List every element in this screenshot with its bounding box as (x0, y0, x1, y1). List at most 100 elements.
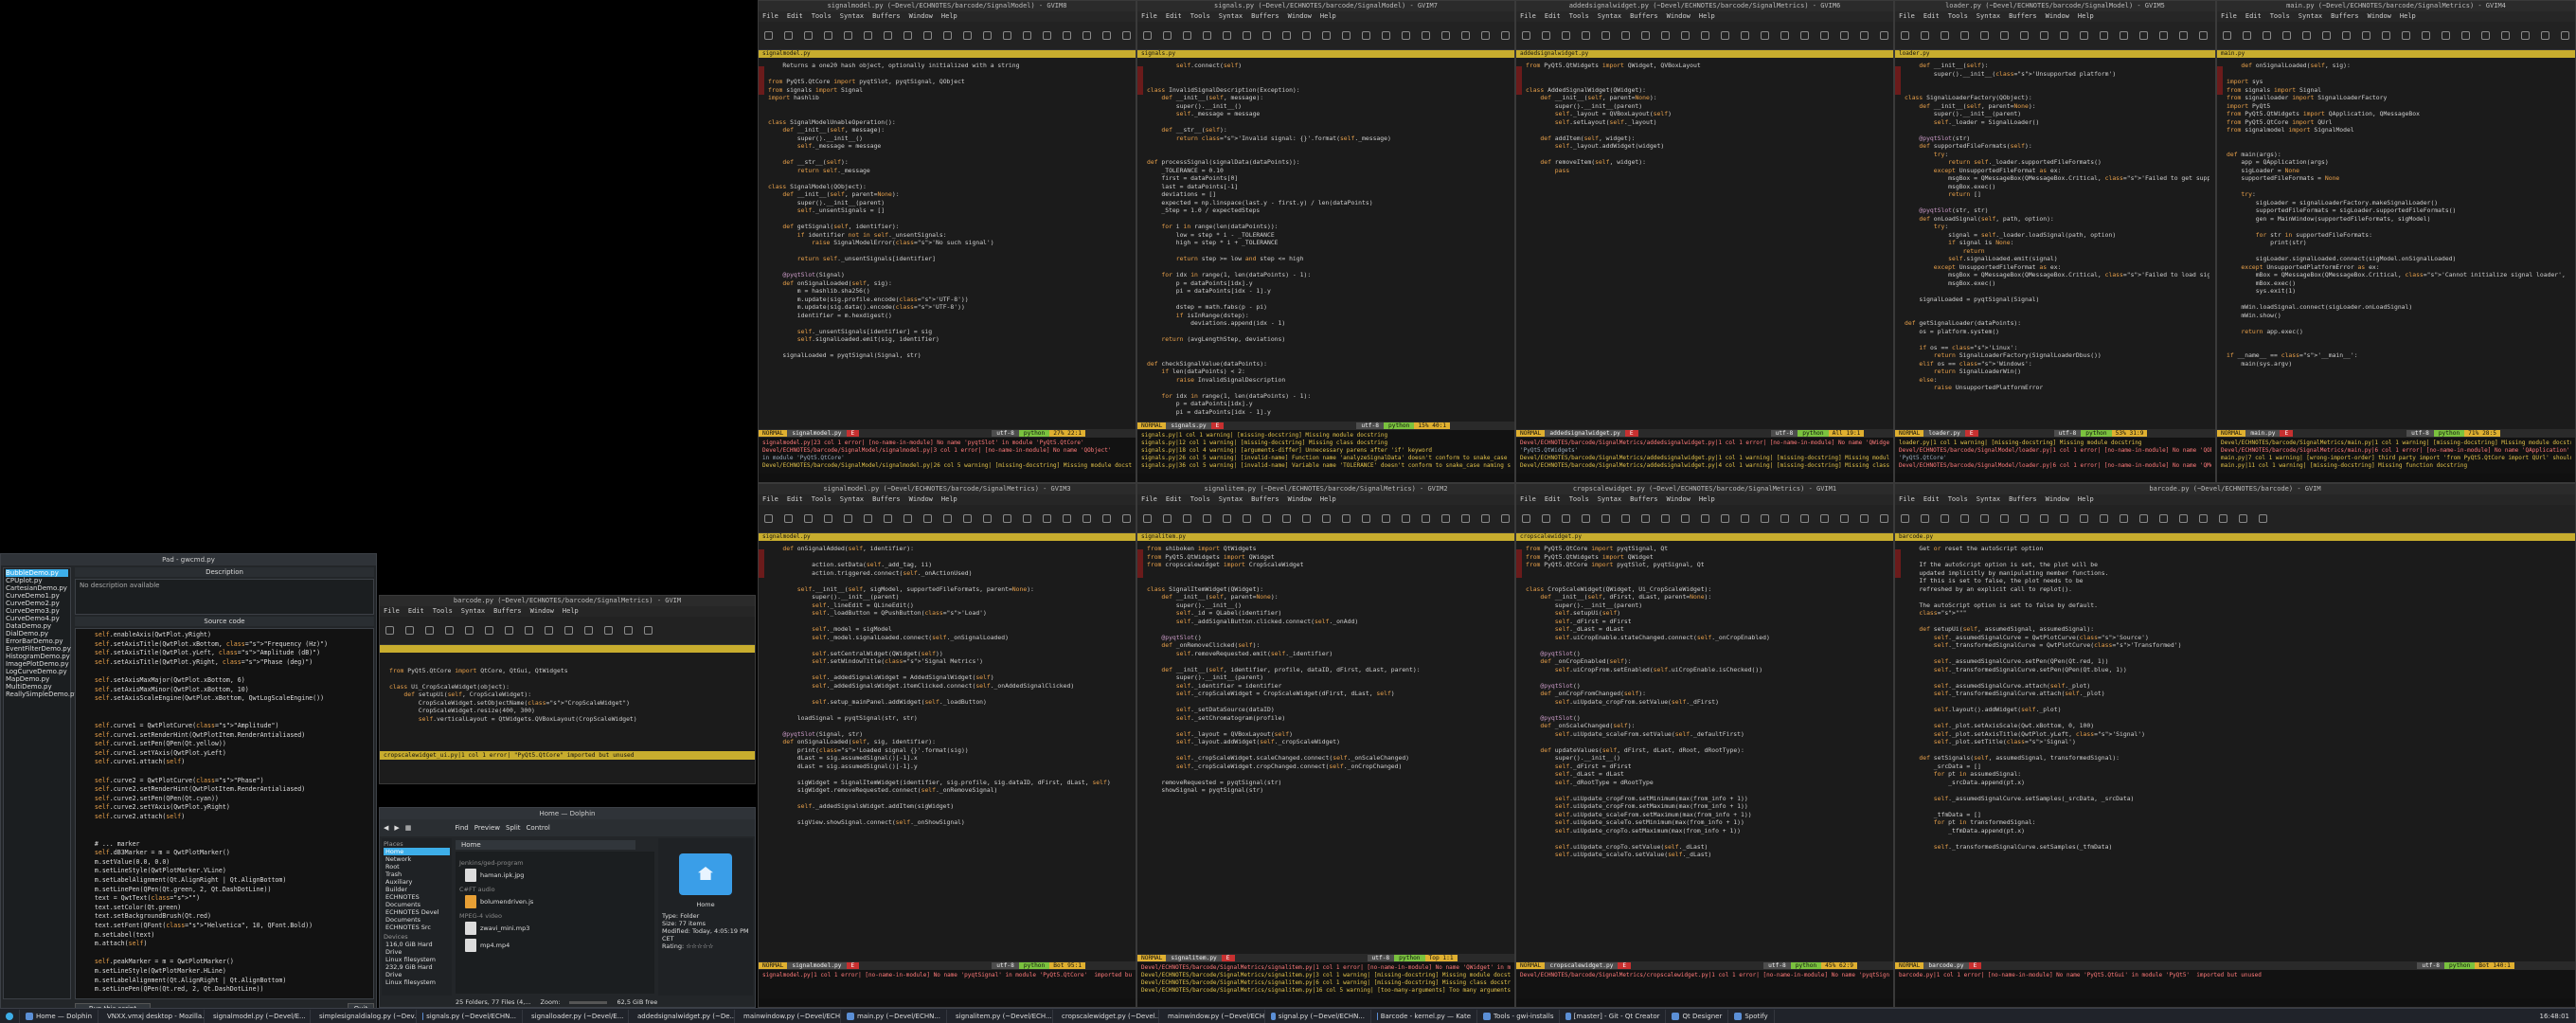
undo-icon[interactable] (2322, 31, 2331, 40)
command-line[interactable] (1137, 998, 1514, 1007)
help-icon[interactable] (1501, 514, 1510, 523)
help-icon[interactable] (1880, 514, 1888, 523)
redo-icon[interactable] (1641, 31, 1650, 40)
task-item[interactable]: mainwindow.py (~Devel/ECH... (1159, 1009, 1266, 1023)
menu-item-help[interactable]: Help (941, 12, 957, 20)
menu-item-edit[interactable]: Edit (787, 495, 803, 503)
run-script-icon[interactable] (1441, 514, 1450, 523)
save-session-icon[interactable] (1422, 31, 1430, 40)
find-icon[interactable] (2100, 31, 2108, 40)
demo-list-item[interactable]: CurveDemo4.py (6, 615, 68, 622)
new-file-icon[interactable] (1901, 31, 1909, 40)
print-icon[interactable] (465, 626, 474, 635)
menu-item-help[interactable]: Help (1699, 12, 1715, 20)
undo-icon[interactable] (1243, 31, 1251, 40)
place-item[interactable]: Trash (384, 870, 450, 878)
menu-item-tools[interactable]: Tools (2270, 12, 2290, 20)
cut-icon[interactable] (903, 514, 912, 523)
copy-icon[interactable] (545, 626, 553, 635)
editor[interactable]: def __init__(self): super().__init__(cla… (1895, 59, 2215, 429)
new-file-icon[interactable] (385, 626, 394, 635)
new-file-icon[interactable] (764, 514, 773, 523)
find-next-icon[interactable] (1362, 514, 1370, 523)
redo-icon[interactable] (505, 626, 513, 635)
quickfix-item[interactable]: Devel/ECHNOTES/barcode/SignalMetrics/sig… (1141, 987, 1511, 995)
print-icon[interactable] (1980, 31, 1989, 40)
demo-list-item[interactable]: EventFilterDemo.py (6, 645, 71, 653)
save-icon[interactable] (804, 514, 813, 523)
load-session-icon[interactable] (1023, 31, 1031, 40)
cut-icon[interactable] (525, 626, 533, 635)
menu-item-syntax[interactable]: Syntax (2299, 12, 2322, 20)
open-icon[interactable] (1163, 514, 1172, 523)
back-icon[interactable]: ◀ (384, 824, 388, 832)
menu-item-help[interactable]: Help (1699, 495, 1715, 503)
place-item[interactable]: Builder (384, 886, 450, 893)
tab-bar[interactable] (380, 645, 755, 653)
place-item[interactable]: Home (384, 848, 450, 855)
demo-list-item[interactable]: ErrorBarDemo.py (6, 637, 68, 645)
run-script-icon[interactable] (2199, 31, 2208, 40)
help-icon[interactable] (2259, 514, 2267, 523)
menu-item-file[interactable]: File (1141, 12, 1157, 20)
command-line[interactable] (1895, 474, 2215, 482)
paste-icon[interactable] (1322, 31, 1331, 40)
open-icon[interactable] (1542, 514, 1550, 523)
command-line[interactable] (759, 474, 1136, 482)
cut-icon[interactable] (2040, 514, 2048, 523)
quickfix-item[interactable]: barcode.py|1 col 1 error| [no-name-in-mo… (1899, 972, 2571, 979)
task-item[interactable]: signal.py (~Devel/ECHN... (1265, 1009, 1372, 1023)
save-icon[interactable] (1562, 31, 1570, 40)
open-icon[interactable] (784, 514, 793, 523)
copy-icon[interactable] (1302, 31, 1311, 40)
help-icon[interactable] (1122, 514, 1131, 523)
menu-item-edit[interactable]: Edit (2245, 12, 2262, 20)
find-next-icon[interactable] (983, 31, 992, 40)
menu-item-syntax[interactable]: Syntax (1598, 495, 1621, 503)
shell-icon[interactable] (1860, 514, 1869, 523)
load-session-icon[interactable] (2159, 514, 2168, 523)
quickfix-item[interactable]: Devel/ECHNOTES/barcode/SignalMetrics/mai… (2221, 447, 2571, 455)
menu-item-file[interactable]: File (384, 607, 400, 615)
cut-icon[interactable] (2362, 31, 2370, 40)
task-item[interactable]: [master] - Git - Qt Creator (1560, 1009, 1667, 1023)
menu-item-tools[interactable]: Tools (433, 607, 453, 615)
menu-item-window[interactable]: Window (2368, 12, 2391, 20)
menu-item-syntax[interactable]: Syntax (1977, 12, 2000, 20)
command-line[interactable] (759, 998, 1136, 1007)
find-icon[interactable] (1342, 514, 1351, 523)
editor[interactable]: from PyQt5.QtCore import QtCore, QtGui, … (380, 655, 755, 750)
find-prev-icon[interactable] (1761, 31, 1769, 40)
menu-item-file[interactable]: File (1520, 495, 1536, 503)
run-script-icon[interactable] (1441, 31, 1450, 40)
menu-item-syntax[interactable]: Syntax (840, 495, 864, 503)
quickfix-item[interactable]: main.py|11 col 1 warning| [missing-docst… (2221, 462, 2571, 470)
menu-item-buffers[interactable]: Buffers (1251, 495, 1279, 503)
run-script-icon[interactable] (2521, 31, 2530, 40)
load-session-icon[interactable] (2481, 31, 2490, 40)
menu-item-file[interactable]: File (1899, 12, 1915, 20)
find-icon[interactable] (963, 514, 972, 523)
save-icon[interactable] (1183, 31, 1191, 40)
make-icon[interactable] (1840, 31, 1849, 40)
menu-item-help[interactable]: Help (2400, 12, 2416, 20)
task-item[interactable]: addedsignalwidget.py (~De... (629, 1009, 736, 1023)
copy-icon[interactable] (923, 514, 932, 523)
find-prev-icon[interactable] (624, 626, 633, 635)
menu-item-edit[interactable]: Edit (1923, 12, 1940, 20)
command-line[interactable] (1516, 474, 1893, 482)
undo-icon[interactable] (864, 514, 872, 523)
menu-item-buffers[interactable]: Buffers (1630, 495, 1658, 503)
menu-item-help[interactable]: Help (2078, 12, 2094, 20)
open-icon[interactable] (1921, 31, 1929, 40)
find-prev-icon[interactable] (1382, 514, 1390, 523)
editor[interactable]: self.connect(self) class InvalidSignalDe… (1137, 59, 1514, 422)
find-next-icon[interactable] (2120, 514, 2128, 523)
new-file-icon[interactable] (1522, 31, 1530, 40)
quickfix-list[interactable]: Devel/ECHNOTES/barcode/SignalMetrics/cro… (1516, 970, 1893, 998)
file-view[interactable]: Jenkins/ged-program haman.ipk.jpg C#FT aud… (456, 852, 654, 994)
menu-item-edit[interactable]: Edit (1545, 495, 1561, 503)
quickfix-list[interactable]: signals.py|1 col 1 warning| [missing-doc… (1137, 430, 1514, 474)
copy-icon[interactable] (1681, 31, 1690, 40)
redo-icon[interactable] (2342, 31, 2351, 40)
